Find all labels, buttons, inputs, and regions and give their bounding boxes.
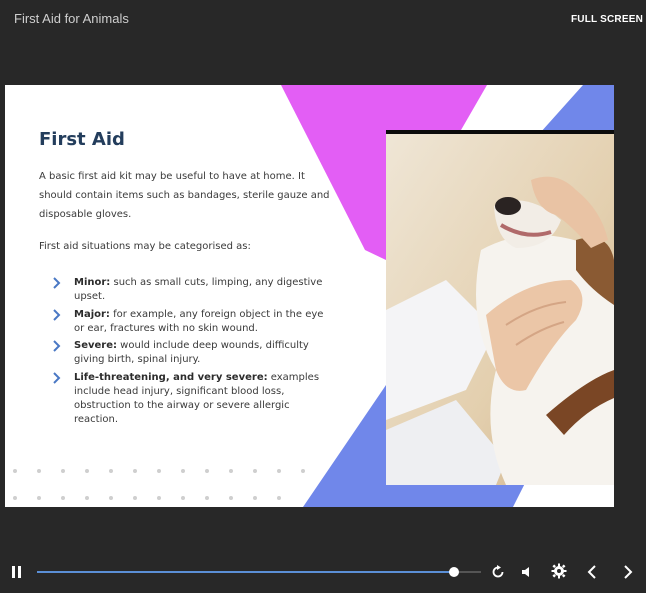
player-controls (0, 555, 646, 591)
photo-top-bar (386, 130, 614, 134)
list-item: Life-threatening, and very severe: examp… (52, 371, 327, 427)
replay-icon[interactable] (490, 564, 506, 580)
volume-icon[interactable] (520, 564, 534, 580)
photo-illustration (386, 130, 614, 485)
slide-title: First Aid (39, 129, 125, 150)
slide-lead: First aid situations may be categorised … (39, 241, 251, 252)
list-item: Major: for example, any foreign object i… (52, 308, 327, 336)
bullet-text: for example, any foreign object in the e… (74, 308, 324, 334)
bullet-term: Major: (74, 308, 110, 320)
list-item: Minor: such as small cuts, limping, any … (52, 276, 327, 304)
dot-pattern (13, 469, 305, 500)
slide-intro: A basic first aid kit may be useful to h… (39, 171, 330, 220)
app-title: First Aid for Animals (14, 11, 129, 26)
top-bar: First Aid for Animals FULL SCREEN (0, 0, 646, 40)
seek-progress (37, 571, 455, 573)
seek-bar[interactable] (37, 567, 481, 577)
fullscreen-button[interactable]: FULL SCREEN (571, 14, 643, 25)
seek-handle[interactable] (449, 567, 460, 577)
chevron-right-icon (53, 308, 61, 321)
settings-icon[interactable] (551, 563, 567, 579)
bullet-term: Severe: (74, 340, 117, 351)
chevron-right-icon (53, 371, 61, 384)
chevron-right-icon (53, 277, 61, 289)
bullet-term: Life-threatening, and very severe: (74, 371, 268, 383)
pause-icon[interactable] (11, 565, 23, 579)
prev-icon[interactable] (586, 564, 598, 580)
bullet-text: such as small cuts, limping, any digesti… (74, 277, 323, 302)
vet-dog-photo (386, 130, 614, 485)
list-item: Severe: would include deep wounds, diffi… (52, 339, 327, 367)
severity-list: Minor: such as small cuts, limping, any … (52, 276, 327, 430)
next-icon[interactable] (622, 564, 634, 580)
slide: First Aid A basic first aid kit may be u… (5, 85, 614, 507)
chevron-right-icon (53, 340, 61, 352)
bullet-term: Minor: (74, 277, 111, 288)
